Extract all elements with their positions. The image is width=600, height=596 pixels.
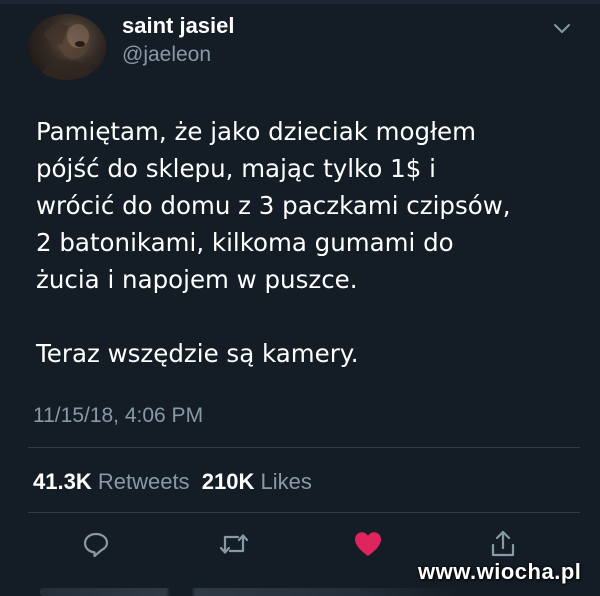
likes-stat[interactable]: 210K Likes (202, 469, 312, 494)
user-handle[interactable]: @jaeleon (122, 42, 211, 68)
retweets-stat[interactable]: 41.3K Retweets (33, 469, 190, 494)
top-rule (0, 0, 600, 4)
avatar-image (28, 14, 106, 80)
display-name[interactable]: saint jasiel (122, 12, 235, 40)
heart-icon (355, 532, 381, 556)
tweet-text: Pamiętam, że jako dzieciak mogłem pójść … (36, 117, 511, 368)
engagement-stats: 41.3K Retweets 210K Likes (33, 468, 312, 496)
likes-label: Likes (260, 469, 312, 494)
like-button[interactable] (351, 527, 385, 561)
next-tweet-preview (40, 588, 460, 596)
tweet-timestamp[interactable]: 11/15/18, 4:06 PM (33, 403, 203, 429)
retweets-count: 41.3K (33, 469, 92, 494)
retweet-icon (219, 534, 249, 554)
divider (28, 447, 580, 448)
retweets-label: Retweets (97, 469, 190, 494)
chevron-down-icon[interactable] (552, 22, 572, 36)
divider (28, 512, 580, 513)
likes-count: 210K (201, 469, 255, 494)
share-icon (491, 530, 515, 557)
reply-icon (83, 532, 109, 558)
retweet-button[interactable] (217, 527, 251, 561)
share-button[interactable] (486, 527, 520, 561)
avatar[interactable] (28, 14, 106, 80)
reply-button[interactable] (79, 527, 113, 561)
watermark: www.wiocha.pl (418, 559, 582, 584)
